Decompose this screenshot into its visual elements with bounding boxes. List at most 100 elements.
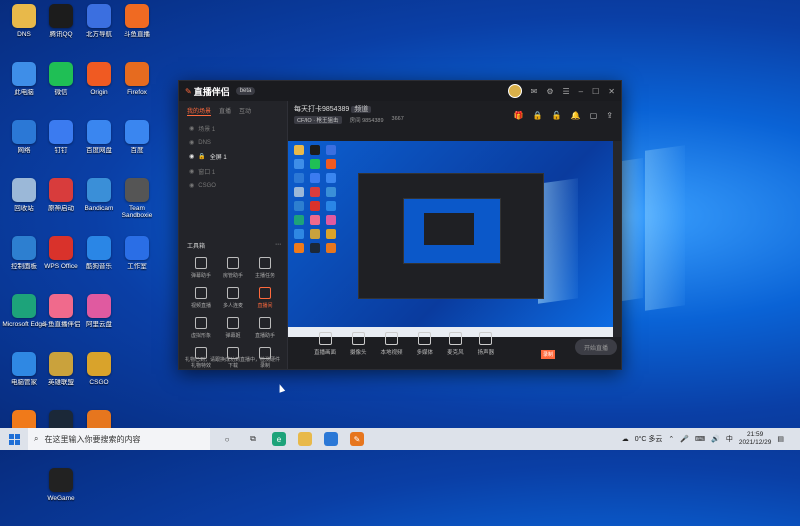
bandicam-icon [87, 178, 111, 202]
eye-icon: ◉ [189, 140, 195, 146]
control-icon [479, 332, 493, 345]
file-explorer-icon[interactable] [298, 432, 312, 446]
tab-scenes[interactable]: 我的场景 [187, 106, 212, 116]
lock-icon[interactable]: 🔒 [533, 111, 543, 120]
start-live-button[interactable]: 开始直播 [575, 339, 617, 355]
desktop-icon[interactable]: 百度 [118, 120, 156, 172]
live-preview[interactable] [288, 141, 621, 337]
taskbar-search[interactable]: ⌕ 在这里输入你要搜索的内容 [28, 428, 210, 450]
origin-icon [87, 62, 111, 86]
source-control-button[interactable]: 直播画面 [314, 332, 336, 356]
desktop-icon[interactable]: 网络 [5, 120, 43, 172]
desktop-icon[interactable]: 控制面板 [5, 236, 43, 288]
desktop-icon[interactable]: 百度网盘 [80, 120, 118, 172]
user-avatar[interactable] [507, 84, 522, 98]
notification-icon[interactable]: ▤ [777, 435, 784, 443]
desktop-icon[interactable]: 此电脑 [5, 62, 43, 114]
desktop-icon[interactable]: 原神启动 [42, 178, 80, 230]
lock-open-icon[interactable]: 🔓 [552, 111, 562, 120]
gift-icon[interactable]: 🎁 [514, 111, 524, 120]
desktop-icon[interactable]: 斗鱼直播 [118, 4, 156, 56]
tab-interact[interactable]: 互动 [239, 106, 251, 116]
desktop-icon[interactable]: DNS [5, 4, 43, 56]
lock-icon: 🔒 [198, 154, 206, 160]
toolbox-item[interactable]: 虚拟形象 [185, 317, 217, 339]
toolbox-item[interactable]: 弹幕姬 [217, 317, 249, 339]
desktop-icon[interactable]: WeGame [42, 468, 80, 520]
desktop-icon[interactable]: Bandicam [80, 178, 118, 230]
menu-icon[interactable]: ☰ [563, 87, 570, 96]
volume-icon[interactable]: 🔊 [711, 435, 720, 443]
desktop-icon[interactable]: 微信 [42, 62, 80, 114]
live-companion-taskbar-icon[interactable]: ✎ [350, 432, 364, 446]
mic-icon[interactable]: 🎤 [680, 435, 689, 443]
toolbox-item[interactable]: 弹幕助手 [185, 257, 217, 279]
control-label: 摄像头 [350, 350, 367, 356]
message-icon[interactable]: ✉ [531, 87, 538, 96]
task-view-icon[interactable]: ⧉ [246, 432, 260, 446]
toolbox-more-icon[interactable]: ⋯ [275, 241, 281, 250]
source-control-button[interactable]: 摄像头 [350, 332, 367, 356]
desktop-icon[interactable]: 斗鱼直播伴侣 [42, 294, 81, 346]
close-icon[interactable]: ✕ [608, 87, 615, 96]
chevron-up-icon[interactable]: ⌃ [668, 435, 674, 443]
desktop-icon[interactable]: 回收站 [5, 178, 43, 230]
maximize-icon[interactable]: ☐ [592, 87, 599, 96]
source-control-button[interactable]: 多媒体 [416, 332, 434, 356]
toolbox-item[interactable]: 房管助手 [217, 257, 249, 279]
ime-indicator[interactable]: 中 [726, 434, 733, 444]
source-control-button[interactable]: 扬声器 [478, 332, 494, 356]
room-tag[interactable]: 频道 [351, 106, 372, 113]
qq-icon [49, 4, 73, 28]
sidebar-tabs: 我的场景 直播 互动 [179, 101, 287, 121]
control-label: 麦克风 [447, 350, 464, 356]
toolbox-item[interactable]: 多人连麦 [217, 287, 249, 309]
eye-icon: ◉ [189, 183, 195, 189]
douyu-icon [49, 294, 73, 318]
desktop-icon[interactable]: Firefox [118, 62, 156, 114]
toolbox-item[interactable]: 主播任务 [249, 257, 281, 279]
desktop-icon[interactable]: 北方导航 [80, 4, 118, 56]
desktop-icon[interactable]: 工作室 [118, 236, 156, 288]
clock[interactable]: 21:59 2021/12/29 [739, 431, 772, 447]
scene-item[interactable]: ◉ 窗口 1 [179, 164, 287, 179]
category-chip[interactable]: CF/IO · 枪王狙击 [294, 116, 342, 124]
desktop-icon-label: 斗鱼直播 [124, 31, 150, 38]
desktop-icon[interactable]: Origin [80, 62, 118, 114]
pc-manager-icon [12, 352, 36, 376]
desktop-icon[interactable]: 电脑管家 [5, 352, 43, 404]
screen-icon[interactable]: ▢ [590, 111, 598, 120]
desktop-icon[interactable]: WPS Office [42, 236, 80, 288]
tool-label: 多人连麦 [222, 303, 243, 309]
mail-icon[interactable] [324, 432, 338, 446]
bell-icon[interactable]: 🔔 [571, 111, 581, 120]
scene-item[interactable]: ◉ CSGO [179, 179, 287, 192]
scene-item-active[interactable]: ◉ 🔒 全屏 1 [179, 149, 287, 164]
desktop-icon[interactable]: Microsoft Edge [2, 294, 46, 346]
share-icon[interactable]: ⇪ [606, 111, 613, 120]
scene-item[interactable]: ◉ 场景 1 [179, 121, 287, 136]
cortana-icon[interactable]: ○ [220, 432, 234, 446]
tab-live[interactable]: 直播 [219, 106, 231, 116]
toolbox-item[interactable]: 视频直播 [185, 287, 217, 309]
weather-text[interactable]: 0°C 多云 [635, 434, 663, 444]
desktop-icon[interactable]: 腾讯QQ [42, 4, 80, 56]
source-control-button[interactable]: 麦克风 [447, 332, 464, 356]
notice-text: 礼物已到，请跟换成功到直播中，检测硬件 [185, 357, 281, 363]
start-button[interactable] [0, 433, 28, 445]
desktop-icon[interactable]: Team Sandboxie [118, 178, 156, 230]
desktop-icon[interactable]: 英雄联盟 [42, 352, 80, 404]
desktop-icon[interactable]: 酷狗音乐 [80, 236, 118, 288]
network-tray-icon[interactable]: ⌨ [695, 435, 705, 443]
desktop-icon[interactable]: CSGO [80, 352, 118, 404]
desktop-icon[interactable]: 阿里云盘 [80, 294, 118, 346]
settings-icon[interactable]: ⚙ [546, 87, 553, 96]
source-control-button[interactable]: 本地视频 [381, 332, 403, 356]
edge-taskbar-icon[interactable]: e [272, 432, 286, 446]
scene-item[interactable]: ◉ DNS [179, 136, 287, 149]
minimize-icon[interactable]: – [579, 87, 583, 96]
toolbox-item[interactable]: 直播助手 [249, 317, 281, 339]
control-label: 多媒体 [416, 350, 434, 356]
toolbox-item[interactable]: 直播间 [249, 287, 281, 309]
desktop-icon[interactable]: 钉钉 [42, 120, 80, 172]
